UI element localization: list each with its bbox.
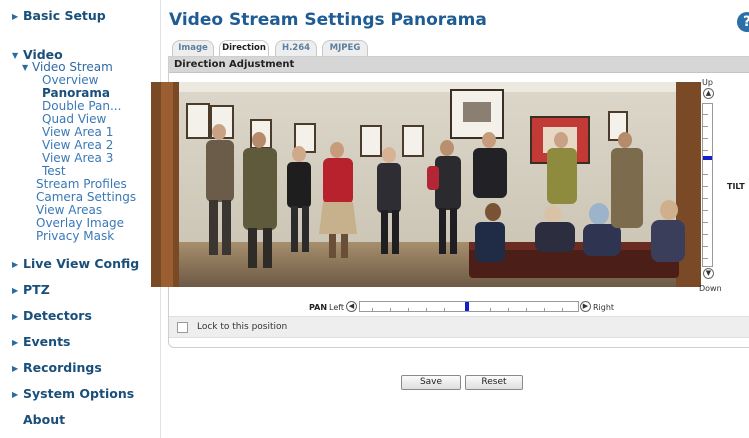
chevron-down-icon: ▼ — [12, 51, 19, 60]
pan-slider-handle[interactable] — [465, 302, 469, 311]
pan-tick — [562, 308, 563, 312]
main-content: Video Stream Settings Panorama ? Image D… — [151, 0, 749, 438]
nav-ptz[interactable]: ▶ PTZ — [12, 282, 50, 297]
nav-privacy-mask[interactable]: Privacy Mask — [36, 230, 114, 243]
pan-right-arrow-icon[interactable]: ▶ — [580, 301, 591, 312]
chevron-right-icon: ▶ — [12, 286, 19, 295]
tilt-label: TILT — [727, 182, 745, 191]
tilt-tick — [703, 234, 708, 235]
tilt-tick — [703, 198, 708, 199]
tilt-tick — [703, 174, 708, 175]
reset-button[interactable]: Reset — [465, 375, 523, 390]
chevron-right-icon: ▶ — [12, 338, 19, 347]
tilt-down-label: Down — [699, 284, 722, 293]
tilt-tick — [703, 150, 708, 151]
panel-header: Direction Adjustment — [169, 57, 749, 73]
pan-tick — [544, 308, 545, 312]
lock-position-label: Lock to this position — [197, 322, 288, 332]
nav-recordings[interactable]: ▶ Recordings — [12, 360, 102, 375]
camera-view[interactable] — [151, 82, 701, 287]
nav-system-options[interactable]: ▶ System Options — [12, 386, 134, 401]
nav-detectors[interactable]: ▶ Detectors — [12, 308, 92, 323]
tilt-tick — [703, 114, 708, 115]
pan-tick — [508, 308, 509, 312]
tab-direction[interactable]: Direction — [219, 40, 269, 57]
help-icon[interactable]: ? — [737, 12, 749, 32]
chevron-down-icon: ▼ — [22, 63, 29, 72]
chevron-right-icon: ▶ — [12, 260, 19, 269]
tab-image[interactable]: Image — [172, 40, 214, 56]
nav-video-stream[interactable]: ▼ Video Stream — [22, 60, 113, 74]
pan-label: PAN — [309, 303, 328, 312]
pan-left-label: Left — [329, 303, 345, 312]
chevron-right-icon: ▶ — [12, 364, 19, 373]
tilt-tick — [703, 246, 708, 247]
tilt-tick — [703, 186, 708, 187]
page-title: Video Stream Settings Panorama — [169, 10, 487, 30]
chevron-right-icon: ▶ — [12, 312, 19, 321]
pan-left-arrow-icon[interactable]: ◀ — [346, 301, 357, 312]
nav-about[interactable]: About — [23, 412, 65, 427]
pan-tick — [372, 308, 373, 312]
pan-tick — [390, 308, 391, 312]
tilt-slider-handle[interactable] — [703, 156, 712, 160]
tab-h264[interactable]: H.264 — [275, 40, 317, 56]
pan-slider[interactable] — [359, 301, 579, 312]
tilt-slider[interactable] — [702, 103, 713, 267]
nav-live-view-config[interactable]: ▶ Live View Config — [12, 256, 139, 271]
pan-tick — [444, 308, 445, 312]
tilt-tick — [703, 210, 708, 211]
pan-tick — [426, 308, 427, 312]
tilt-tick — [703, 258, 708, 259]
lock-row: Lock to this position — [169, 316, 749, 338]
pan-tick — [526, 308, 527, 312]
tilt-up-arrow-icon[interactable]: ▲ — [703, 88, 714, 99]
nav-basic-setup[interactable]: ▶ Basic Setup — [12, 8, 106, 23]
tilt-up-label: Up — [702, 78, 713, 87]
direction-panel: Direction Adjustment Up ▲ ▼ Down TILT PA… — [151, 56, 749, 348]
tilt-down-arrow-icon[interactable]: ▼ — [703, 268, 714, 279]
chevron-right-icon: ▶ — [12, 12, 19, 21]
pan-right-label: Right — [593, 303, 615, 312]
lock-position-checkbox[interactable] — [177, 322, 188, 333]
save-button[interactable]: Save — [401, 375, 461, 390]
sidebar: ▶ Basic Setup ▼ Video ▼ Video Stream Overvi… — [0, 0, 161, 438]
nav-events[interactable]: ▶ Events — [12, 334, 70, 349]
pan-tick — [490, 308, 491, 312]
gallery-scene-image — [151, 82, 701, 287]
tab-mjpeg[interactable]: MJPEG — [322, 40, 368, 56]
pan-tick — [408, 308, 409, 312]
chevron-right-icon: ▶ — [12, 390, 19, 399]
tilt-tick — [703, 222, 708, 223]
tilt-tick — [703, 138, 708, 139]
tilt-tick — [703, 126, 708, 127]
